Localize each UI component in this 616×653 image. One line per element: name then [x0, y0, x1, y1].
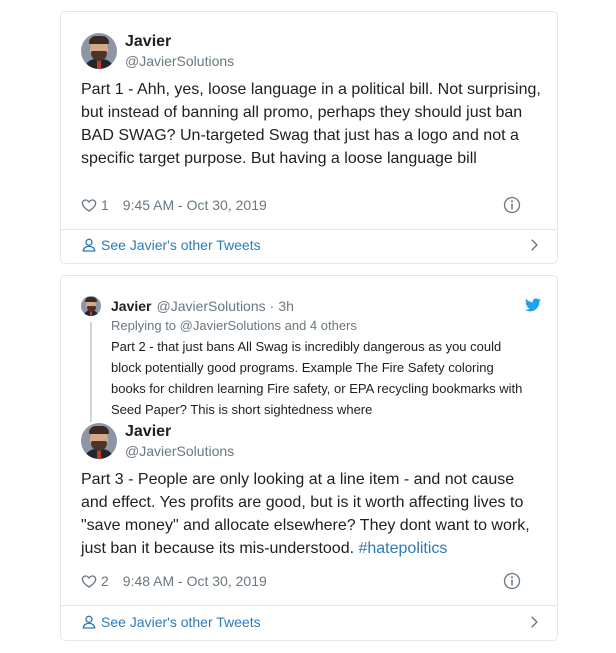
hashtag-link[interactable]: #hatepolitics [358, 540, 447, 557]
like-count: 2 [101, 573, 109, 589]
chevron-right-icon[interactable] [527, 615, 541, 629]
tweet-text: Part 3 - People are only looking at a li… [81, 468, 541, 560]
person-icon [82, 615, 96, 629]
thread-line [90, 322, 92, 422]
chevron-right-icon[interactable] [527, 238, 541, 252]
like-button[interactable]: 2 [81, 573, 123, 589]
avatar[interactable] [81, 423, 117, 459]
tweet-meta: 1 9:45 AM - Oct 30, 2019 [81, 196, 541, 214]
avatar[interactable] [81, 296, 101, 316]
tweet-author[interactable]: Javier @JavierSolutions [81, 422, 234, 460]
tweet-card-2: Javier @JavierSolutions · 3h Replying to… [60, 275, 558, 641]
tweet-meta: 2 9:48 AM - Oct 30, 2019 [81, 572, 541, 590]
tweet-author[interactable]: Javier @JavierSolutions [81, 32, 234, 70]
divider [61, 605, 557, 606]
see-other-tweets-link[interactable]: See Javier's other Tweets [81, 237, 541, 253]
heart-icon [81, 199, 97, 212]
like-button[interactable]: 1 [81, 197, 123, 213]
author-name[interactable]: Javier [125, 32, 234, 52]
tweet-body: Part 3 - People are only looking at a li… [81, 471, 530, 557]
avatar[interactable] [81, 33, 117, 69]
parent-author-name[interactable]: Javier [111, 298, 151, 314]
info-icon[interactable] [503, 572, 521, 590]
separator: · [269, 298, 275, 314]
person-icon [82, 238, 96, 252]
replying-to[interactable]: Replying to @JavierSolutions and 4 other… [111, 317, 357, 334]
info-icon[interactable] [503, 196, 521, 214]
like-count: 1 [101, 197, 109, 213]
parent-time[interactable]: 3h [278, 298, 294, 314]
tweet-card-1: Javier @JavierSolutions Part 1 - Ahh, ye… [60, 11, 558, 264]
heart-icon [81, 575, 97, 588]
author-handle[interactable]: @JavierSolutions [125, 52, 234, 70]
parent-tweet[interactable]: Javier @JavierSolutions · 3h Replying to… [81, 296, 541, 422]
tweet-text: Part 1 - Ahh, yes, loose language in a p… [81, 81, 541, 167]
divider [61, 229, 557, 230]
parent-author-handle[interactable]: @JavierSolutions [156, 298, 265, 314]
tweet-timestamp[interactable]: 9:45 AM - Oct 30, 2019 [123, 197, 267, 213]
author-name[interactable]: Javier [125, 422, 234, 442]
see-other-tweets-label[interactable]: See Javier's other Tweets [101, 614, 261, 630]
author-handle[interactable]: @JavierSolutions [125, 442, 234, 460]
twitter-bird-icon[interactable] [525, 298, 541, 312]
see-other-tweets-link[interactable]: See Javier's other Tweets [81, 614, 541, 630]
tweet-timestamp[interactable]: 9:48 AM - Oct 30, 2019 [123, 573, 267, 589]
parent-tweet-text: Part 2 - that just bans All Swag is incr… [111, 339, 523, 417]
see-other-tweets-label[interactable]: See Javier's other Tweets [101, 237, 261, 253]
